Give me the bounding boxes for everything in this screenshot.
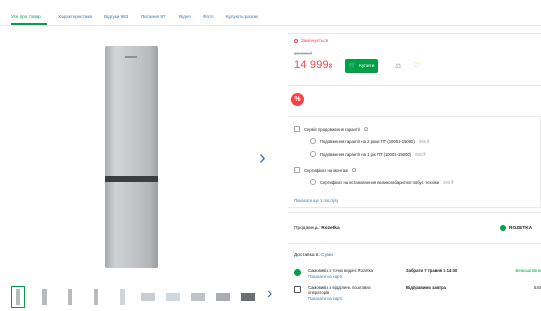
delivery-option-name: Самовивіз з відділень поштових операторі… bbox=[308, 285, 371, 295]
option-label: Подовження гарантії на 1 рік ПТ (10001-1… bbox=[320, 151, 412, 157]
delivery-label: Доставка в bbox=[294, 253, 319, 258]
product-tabs: Усе про товар Характеристики Відгуки 983… bbox=[0, 0, 541, 26]
delivery-title: Доставка в: Суми bbox=[294, 253, 333, 258]
rozetka-logo-icon bbox=[500, 225, 506, 231]
price-currency: ₴ bbox=[328, 64, 333, 70]
buy-button-label: Купити bbox=[359, 63, 375, 69]
active-tab-indicator bbox=[11, 23, 47, 25]
radio[interactable] bbox=[310, 138, 316, 144]
heart-icon[interactable]: ♡ bbox=[413, 61, 420, 70]
radio[interactable] bbox=[310, 151, 316, 157]
thumbnail[interactable] bbox=[89, 286, 103, 308]
tab-characteristics[interactable]: Характеристики bbox=[58, 14, 92, 19]
buy-button[interactable]: 🛒 Купити bbox=[345, 59, 378, 73]
option-price: 959 ₴ bbox=[418, 138, 430, 144]
compare-scales-icon[interactable]: ⚖ bbox=[395, 62, 401, 70]
fridge-upper-door bbox=[105, 46, 158, 176]
delivery-time: Забрати 7 травня з 14:00 bbox=[406, 268, 458, 273]
delivery-time: Відправимо завтра bbox=[406, 285, 446, 290]
thumbnail[interactable] bbox=[214, 286, 232, 308]
thumbnail-strip bbox=[11, 286, 281, 308]
delivery-city-link[interactable]: Суми bbox=[321, 253, 333, 258]
checkbox[interactable] bbox=[294, 167, 300, 173]
option-label: Сертифікат на встановлення великогабарит… bbox=[320, 179, 440, 185]
thumbnails-next-chevron-right-icon[interactable]: › bbox=[267, 286, 272, 302]
install-service-checkbox[interactable]: Сертифікат на монтаж bbox=[294, 167, 356, 173]
thumbnail[interactable] bbox=[63, 286, 77, 308]
tab-bought-together[interactable]: Купують разом bbox=[226, 14, 258, 19]
gallery-next-chevron-right-icon[interactable]: › bbox=[259, 148, 266, 168]
show-on-map-link[interactable]: Показати на карті bbox=[308, 296, 342, 301]
price-block: Закінчується 16 999 ₴ 14 999₴ 🛒 Купити ⚖ … bbox=[288, 33, 541, 83]
radio[interactable] bbox=[310, 179, 316, 185]
seller-logo: ROZETKA bbox=[500, 225, 532, 231]
install-option[interactable]: Сертифікат на встановлення великогабарит… bbox=[310, 179, 454, 185]
thumbnail[interactable] bbox=[11, 286, 25, 308]
seller-logo-text: ROZETKA bbox=[509, 225, 533, 231]
delivery-block: Доставка в: Суми Самовивіз з точок видач… bbox=[288, 248, 541, 311]
price-value: 14 999 bbox=[294, 59, 329, 71]
show-more-services-link[interactable]: Показати ще 1 послугу bbox=[294, 198, 338, 203]
tab-reviews[interactable]: Відгуки 983 bbox=[104, 14, 128, 19]
tab-questions[interactable]: Питання 97 bbox=[141, 14, 165, 19]
old-price: 16 999 ₴ bbox=[294, 51, 312, 56]
info-icon[interactable] bbox=[351, 168, 356, 172]
clock-icon bbox=[294, 38, 298, 43]
post-office-icon bbox=[294, 286, 301, 293]
fridge-lower-door bbox=[105, 182, 158, 268]
tab-all-about-product[interactable]: Усе про товар bbox=[11, 14, 41, 19]
seller-name[interactable]: Rozetka bbox=[321, 226, 339, 231]
thumbnail[interactable] bbox=[239, 286, 257, 308]
stock-status-badge: Закінчується bbox=[294, 38, 328, 43]
cart-icon: 🛒 bbox=[348, 63, 357, 69]
thumbnail[interactable] bbox=[37, 286, 51, 308]
product-main-image[interactable] bbox=[105, 46, 158, 268]
delivery-option-post: Самовивіз з відділень поштових операторі… bbox=[294, 285, 541, 303]
thumbnail[interactable] bbox=[164, 286, 182, 308]
option-price: 959 ₴ bbox=[415, 151, 426, 157]
seller-label: Продавець: bbox=[294, 226, 320, 231]
rozetka-pickup-icon bbox=[294, 269, 301, 276]
show-on-map-link[interactable]: Показати на карті bbox=[308, 274, 342, 279]
promo-block: % bbox=[288, 85, 541, 112]
checkbox[interactable] bbox=[294, 126, 300, 132]
install-service-title: Сертифікат на монтаж bbox=[304, 167, 348, 173]
tab-photo[interactable]: Фото bbox=[203, 14, 214, 19]
stock-status-text: Закінчується bbox=[301, 38, 329, 43]
percent-icon[interactable]: % bbox=[291, 93, 304, 106]
brand-mark bbox=[125, 56, 137, 58]
delivery-cost: 540 bbox=[534, 285, 541, 290]
tab-video[interactable]: Відео bbox=[179, 14, 191, 19]
thumbnail[interactable] bbox=[115, 286, 129, 308]
option-price: 399 ₴ bbox=[443, 179, 454, 185]
delivery-option-name: Самовивіз з точок видачі Rozetka bbox=[308, 268, 373, 273]
warranty-service-title: Сервіс продовження гарантії bbox=[304, 126, 360, 132]
warranty-option-2-years[interactable]: Подовження гарантії на 2 роки ПТ (10001-… bbox=[310, 138, 429, 144]
seller-info: Продавець: Rozetka bbox=[294, 226, 340, 231]
delivery-option-pickup: Самовивіз з точок видачі Rozetka Показат… bbox=[294, 268, 541, 286]
thumbnail[interactable] bbox=[189, 286, 207, 308]
warranty-service-checkbox[interactable]: Сервіс продовження гарантії bbox=[294, 126, 368, 132]
option-label: Подовження гарантії на 2 роки ПТ (10001-… bbox=[320, 138, 415, 144]
info-icon[interactable] bbox=[363, 127, 368, 131]
current-price: 14 999₴ bbox=[294, 59, 332, 71]
thumbnail[interactable] bbox=[139, 286, 157, 308]
warranty-option-1-year[interactable]: Подовження гарантії на 1 рік ПТ (10001-1… bbox=[310, 151, 426, 157]
additional-services: Сервіс продовження гарантії Подовження г… bbox=[288, 116, 541, 208]
delivery-cost: Безкоштовно bbox=[515, 268, 541, 273]
seller-block: Продавець: Rozetka ROZETKA bbox=[288, 212, 541, 244]
